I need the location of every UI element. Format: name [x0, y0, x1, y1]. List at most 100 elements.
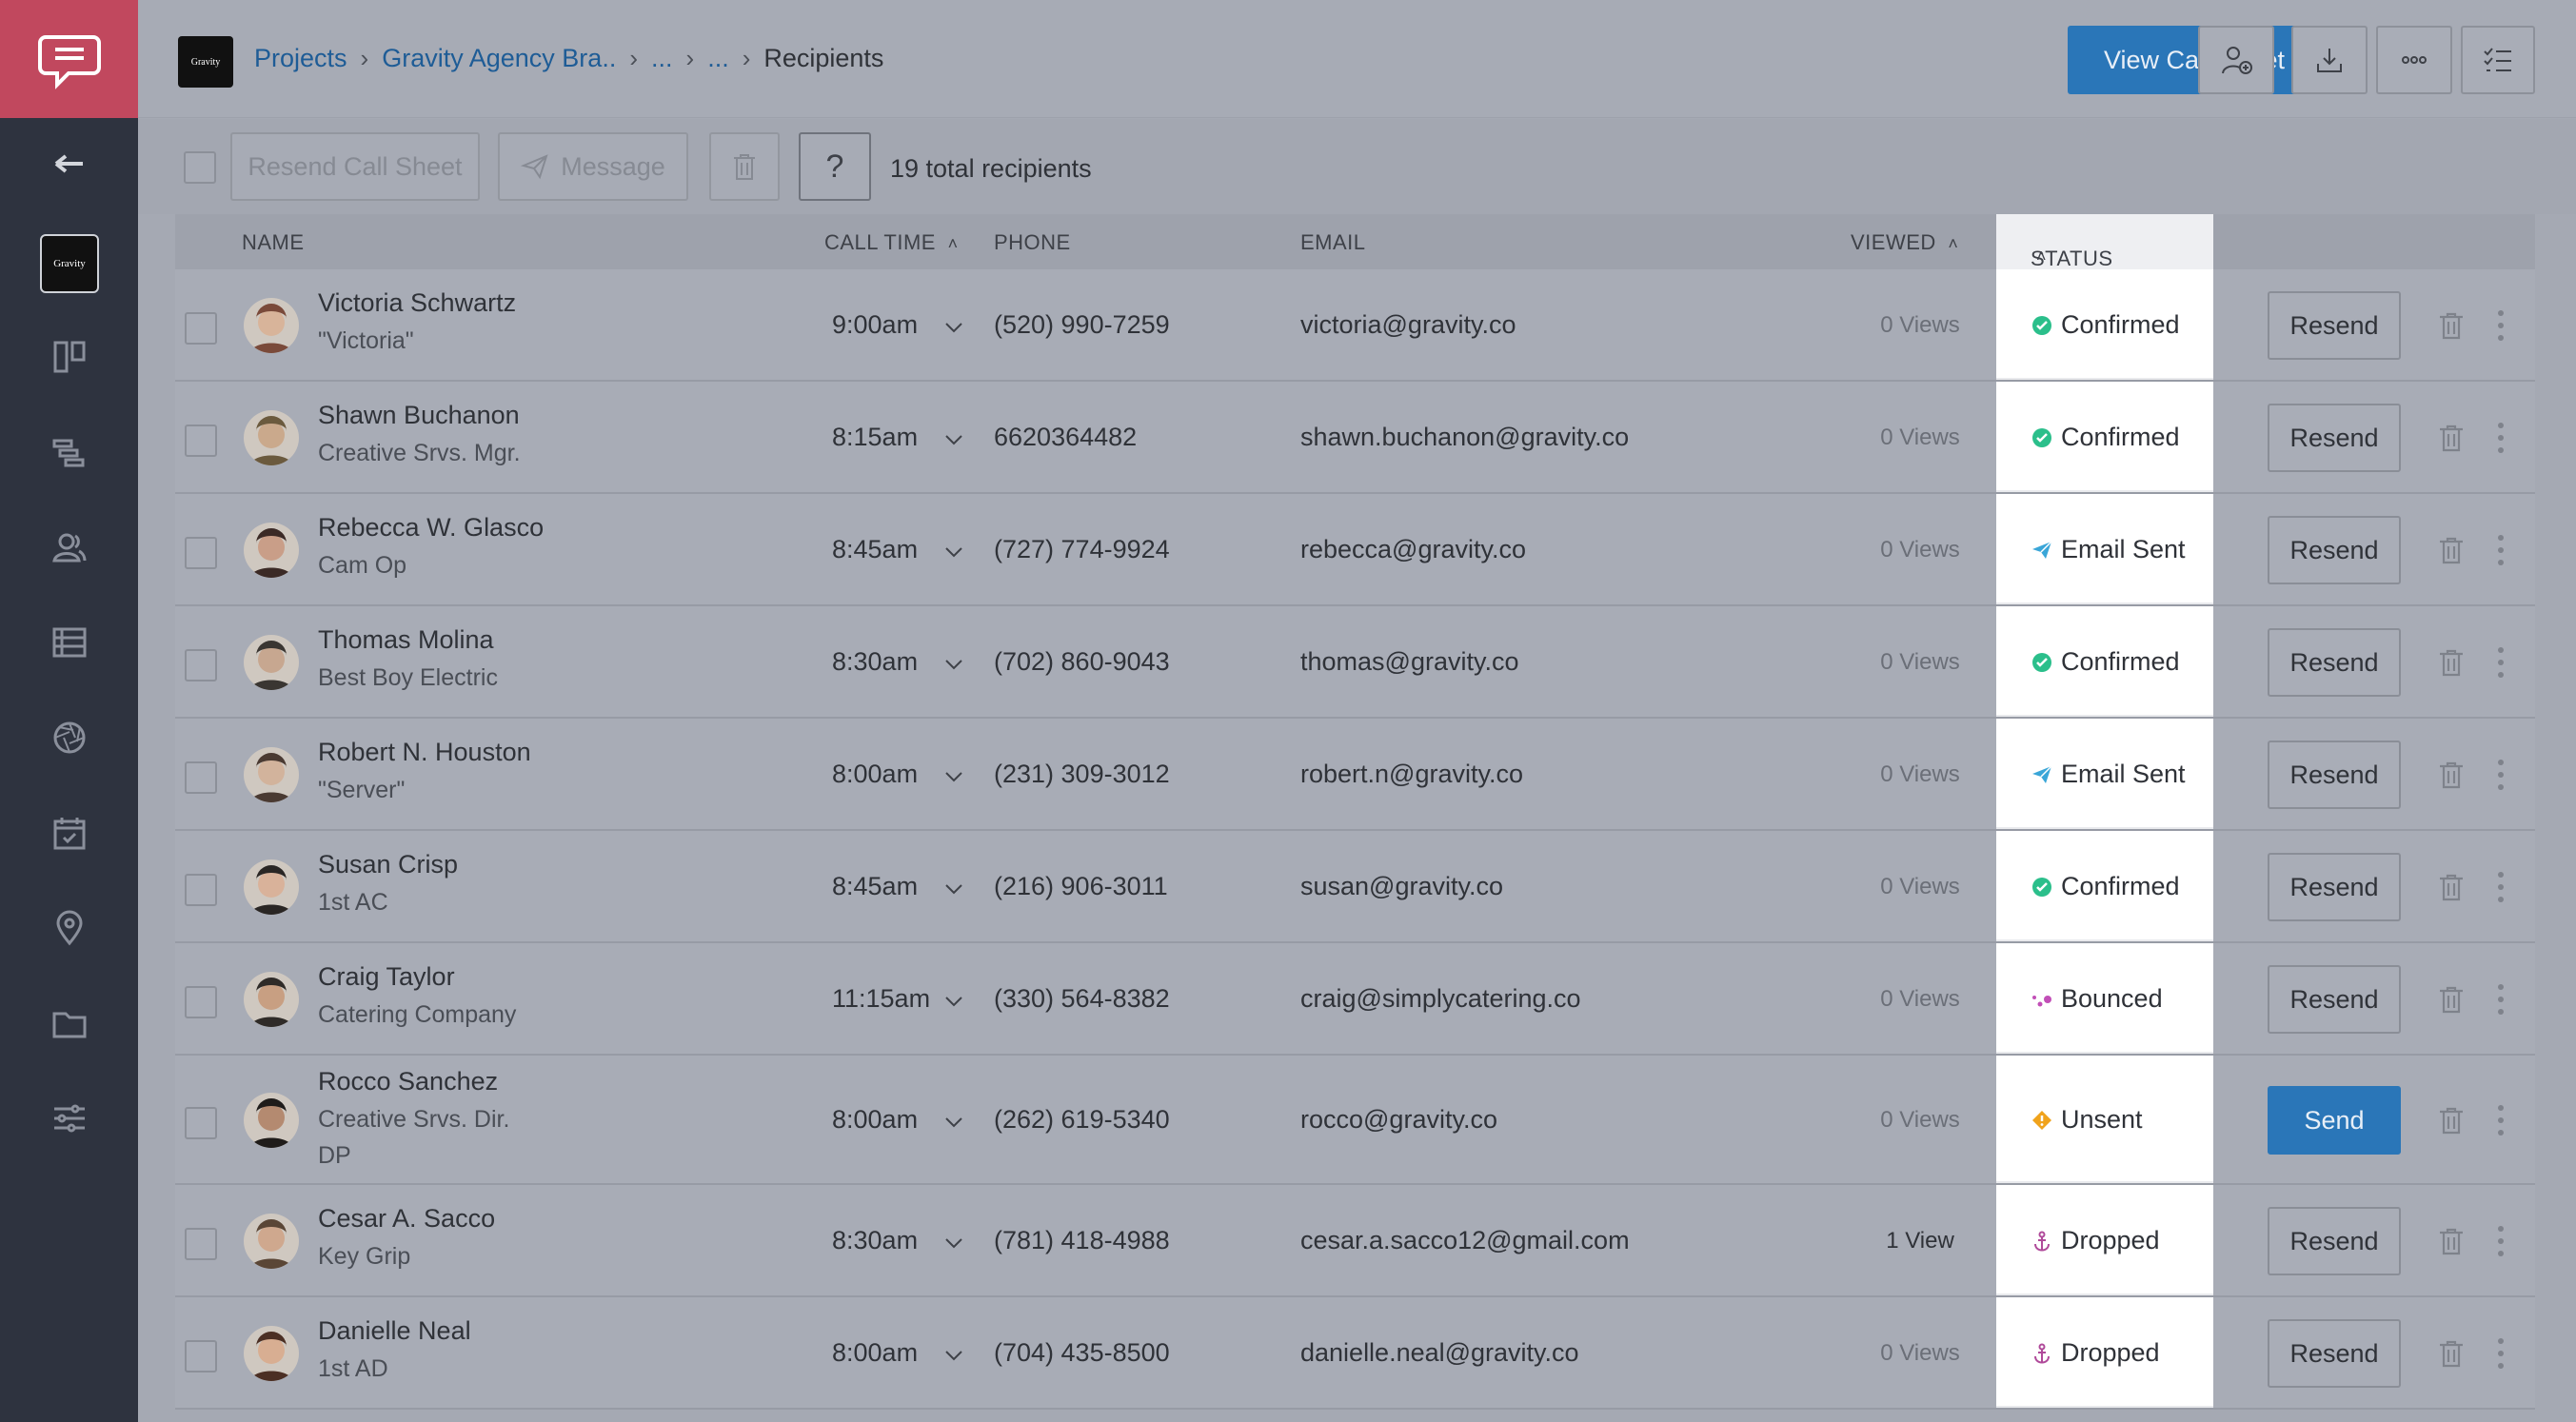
column-header-email[interactable]: EMAIL — [1300, 230, 1366, 255]
row-checkbox[interactable] — [185, 761, 217, 794]
kebab-menu-icon[interactable] — [2496, 870, 2506, 904]
view-call-sheet-button[interactable]: View Call Sheet — [2068, 26, 2321, 94]
more-options-button[interactable] — [2376, 26, 2452, 94]
sliders-icon[interactable] — [0, 1085, 138, 1152]
folder-icon[interactable] — [0, 990, 138, 1057]
recipient-name[interactable]: Thomas Molina — [318, 625, 494, 655]
trash-icon[interactable] — [2437, 872, 2466, 902]
call-time-value[interactable]: 11:15am — [832, 984, 930, 1014]
chevron-down-icon[interactable] — [942, 878, 965, 900]
table-row[interactable]: Robert N. Houston "Server" 8:00am (231) 309… — [175, 719, 2535, 831]
resend-button[interactable]: Resend — [2268, 404, 2401, 472]
table-row[interactable]: Rebecca W. Glasco Cam Op 8:45am (727) 774-9… — [175, 494, 2535, 606]
column-header-phone[interactable]: PHONE — [994, 230, 1071, 255]
call-time-value[interactable]: 8:00am — [832, 760, 918, 789]
call-time-value[interactable]: 9:00am — [832, 310, 918, 340]
recipient-name[interactable]: Victoria Schwartz — [318, 288, 516, 318]
column-header-name[interactable]: NAME — [242, 230, 305, 255]
resend-button[interactable]: Resend — [2268, 291, 2401, 360]
trash-icon[interactable] — [2437, 647, 2466, 678]
location-pin-icon[interactable] — [0, 895, 138, 961]
message-button[interactable]: Message — [498, 132, 688, 201]
kebab-menu-icon[interactable] — [2496, 308, 2506, 343]
trash-icon[interactable] — [2437, 423, 2466, 453]
column-header-status[interactable]: STATUS ˄ — [1996, 214, 2213, 270]
row-checkbox[interactable] — [185, 537, 217, 569]
download-button[interactable] — [2291, 26, 2368, 94]
trash-icon[interactable] — [2437, 535, 2466, 565]
breadcrumb-ellipsis-1[interactable]: ... — [651, 44, 673, 73]
resend-button[interactable]: Resend — [2268, 965, 2401, 1034]
recipient-name[interactable]: Rocco Sanchez — [318, 1067, 498, 1096]
resend-call-sheet-button[interactable]: Resend Call Sheet — [230, 132, 480, 201]
send-button[interactable]: Send — [2268, 1086, 2401, 1155]
row-checkbox[interactable] — [185, 649, 217, 681]
add-recipient-button[interactable] — [2198, 26, 2274, 94]
table-row[interactable]: Cesar A. Sacco Key Grip 8:30am (781) 418-49… — [175, 1185, 2535, 1297]
table-row[interactable]: Victoria Schwartz "Victoria" 9:00am (520) 9… — [175, 269, 2535, 382]
chevron-down-icon[interactable] — [942, 428, 965, 451]
trash-icon[interactable] — [2437, 310, 2466, 341]
trash-icon[interactable] — [2437, 760, 2466, 790]
kebab-menu-icon[interactable] — [2496, 758, 2506, 792]
chevron-down-icon[interactable] — [942, 1344, 965, 1367]
breadcrumb-ellipsis-2[interactable]: ... — [707, 44, 729, 73]
kebab-menu-icon[interactable] — [2496, 645, 2506, 680]
trash-icon[interactable] — [2437, 1226, 2466, 1256]
call-time-value[interactable]: 8:30am — [832, 1226, 918, 1255]
kebab-menu-icon[interactable] — [2496, 1103, 2506, 1137]
chat-bubble-icon[interactable] — [0, 0, 138, 118]
chevron-down-icon[interactable] — [942, 541, 965, 563]
recipient-name[interactable]: Rebecca W. Glasco — [318, 513, 544, 543]
recipient-name[interactable]: Cesar A. Sacco — [318, 1204, 495, 1234]
trash-icon[interactable] — [2437, 1338, 2466, 1369]
select-all-checkbox[interactable] — [184, 151, 216, 184]
table-row[interactable]: Rocco Sanchez Creative Srvs. Dir. DP 8:00am… — [175, 1056, 2535, 1185]
trash-icon[interactable] — [2437, 1105, 2466, 1136]
contacts-icon[interactable] — [0, 514, 138, 581]
delete-selected-button[interactable] — [709, 132, 780, 201]
recipient-name[interactable]: Shawn Buchanon — [318, 401, 520, 430]
breadcrumb-projects[interactable]: Projects — [254, 44, 347, 73]
resend-button[interactable]: Resend — [2268, 516, 2401, 584]
row-checkbox[interactable] — [185, 986, 217, 1018]
resend-button[interactable]: Resend — [2268, 853, 2401, 921]
row-checkbox[interactable] — [185, 1340, 217, 1373]
recipient-name[interactable]: Susan Crisp — [318, 850, 458, 879]
back-arrow-icon[interactable] — [0, 130, 138, 197]
stripboard-icon[interactable] — [0, 609, 138, 676]
calendar-check-icon[interactable] — [0, 800, 138, 866]
help-button[interactable]: ? — [799, 132, 871, 201]
recipient-name[interactable]: Craig Taylor — [318, 962, 455, 992]
table-row[interactable]: Susan Crisp 1st AC 8:45am (216) 906-3011 sus… — [175, 831, 2535, 943]
kebab-menu-icon[interactable] — [2496, 533, 2506, 567]
call-time-value[interactable]: 8:45am — [832, 872, 918, 901]
chevron-down-icon[interactable] — [942, 1111, 965, 1134]
chevron-down-icon[interactable] — [942, 653, 965, 676]
board-icon[interactable] — [0, 324, 138, 390]
call-time-value[interactable]: 8:15am — [832, 423, 918, 452]
kebab-menu-icon[interactable] — [2496, 1224, 2506, 1258]
row-checkbox[interactable] — [185, 874, 217, 906]
table-row[interactable]: Shawn Buchanon Creative Srvs. Mgr. 8:15am 6… — [175, 382, 2535, 494]
project-thumbnail[interactable]: Gravity — [40, 234, 99, 293]
call-time-value[interactable]: 8:00am — [832, 1338, 918, 1368]
kebab-menu-icon[interactable] — [2496, 421, 2506, 455]
table-row[interactable]: Danielle Neal 1st AD 8:00am (704) 435-8500 d… — [175, 1297, 2535, 1410]
column-header-call-time[interactable]: CALL TIME ˄ — [824, 230, 959, 255]
chevron-down-icon[interactable] — [942, 990, 965, 1013]
call-time-value[interactable]: 8:30am — [832, 647, 918, 677]
table-row[interactable]: Thomas Molina Best Boy Electric 8:30am (702… — [175, 606, 2535, 719]
kebab-menu-icon[interactable] — [2496, 1336, 2506, 1371]
chevron-down-icon[interactable] — [942, 316, 965, 339]
chevron-down-icon[interactable] — [942, 765, 965, 788]
aperture-icon[interactable] — [0, 704, 138, 771]
row-checkbox[interactable] — [185, 1228, 217, 1260]
checklist-button[interactable] — [2461, 26, 2535, 94]
row-checkbox[interactable] — [185, 1107, 217, 1139]
breadcrumb-project[interactable]: Gravity Agency Bra.. — [382, 44, 616, 73]
resend-button[interactable]: Resend — [2268, 741, 2401, 809]
row-checkbox[interactable] — [185, 312, 217, 345]
chevron-down-icon[interactable] — [942, 1232, 965, 1254]
resend-button[interactable]: Resend — [2268, 1319, 2401, 1388]
